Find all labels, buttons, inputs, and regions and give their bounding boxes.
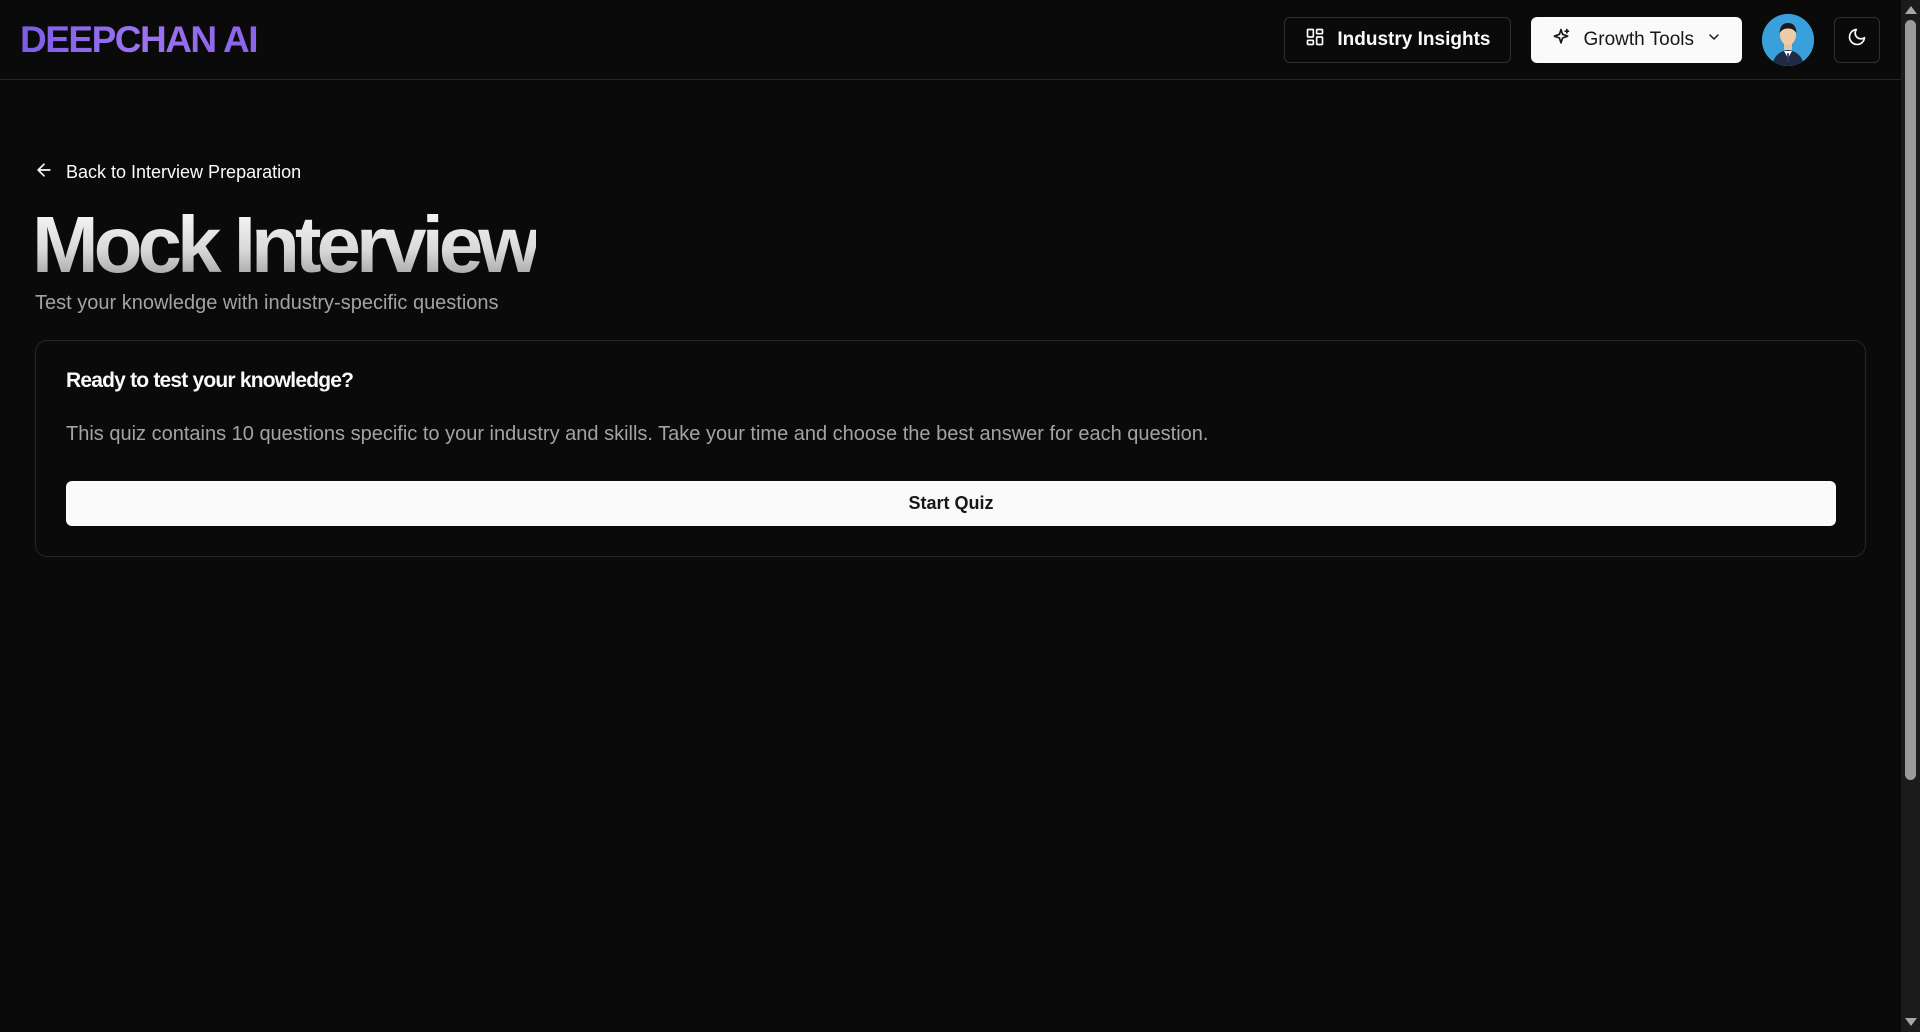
card-description: This quiz contains 10 questions specific… (66, 423, 1209, 445)
scroll-down-arrow-icon[interactable] (1905, 1018, 1917, 1026)
header-actions: Industry Insights Growth Tools (1284, 13, 1880, 66)
arrow-left-icon (34, 160, 54, 185)
top-navbar: DEEPCHAN AI Industry Insights Growth Too… (0, 0, 1901, 80)
growth-tools-dropdown[interactable]: Growth Tools (1531, 16, 1742, 63)
growth-tools-label: Growth Tools (1583, 28, 1694, 50)
start-quiz-button[interactable]: Start Quiz (66, 481, 1836, 526)
app-logo[interactable]: DEEPCHAN AI (20, 19, 259, 61)
vertical-scrollbar[interactable] (1901, 0, 1920, 1032)
card-title: Ready to test your knowledge? (66, 369, 354, 392)
page-subtitle: Test your knowledge with industry-specif… (35, 292, 499, 314)
quiz-intro-card: Ready to test your knowledge? This quiz … (35, 340, 1866, 557)
user-avatar[interactable] (1762, 13, 1814, 66)
scroll-up-arrow-icon[interactable] (1905, 6, 1917, 14)
sparkles-icon (1551, 27, 1571, 53)
app-viewport: DEEPCHAN AI Industry Insights Growth Too… (0, 0, 1920, 1032)
industry-insights-button[interactable]: Industry Insights (1284, 16, 1512, 63)
back-to-interview-prep-link[interactable]: Back to Interview Preparation (34, 160, 301, 185)
moon-icon (1847, 27, 1867, 52)
page-title: Mock Interview (32, 200, 541, 289)
theme-toggle-button[interactable] (1834, 16, 1880, 63)
scrollbar-thumb[interactable] (1905, 20, 1916, 780)
industry-insights-label: Industry Insights (1337, 28, 1491, 50)
chevron-down-icon (1706, 29, 1722, 51)
layout-dashboard-icon (1305, 27, 1325, 53)
back-link-label: Back to Interview Preparation (66, 162, 302, 182)
